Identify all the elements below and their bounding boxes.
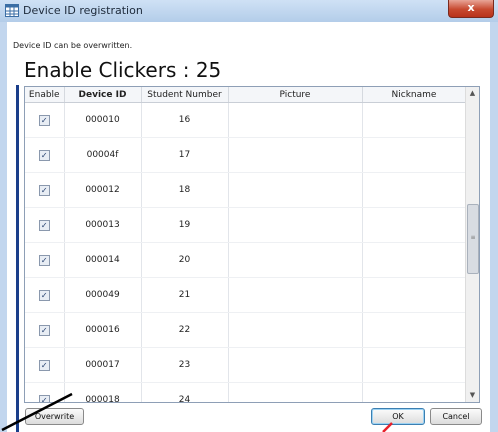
annotation-arrows [1, 392, 393, 432]
device-id-registration-window: Device ID registration x Device ID can b… [0, 0, 498, 432]
black-annotation-arrow [1, 392, 73, 432]
red-annotation-arrow [382, 422, 393, 432]
